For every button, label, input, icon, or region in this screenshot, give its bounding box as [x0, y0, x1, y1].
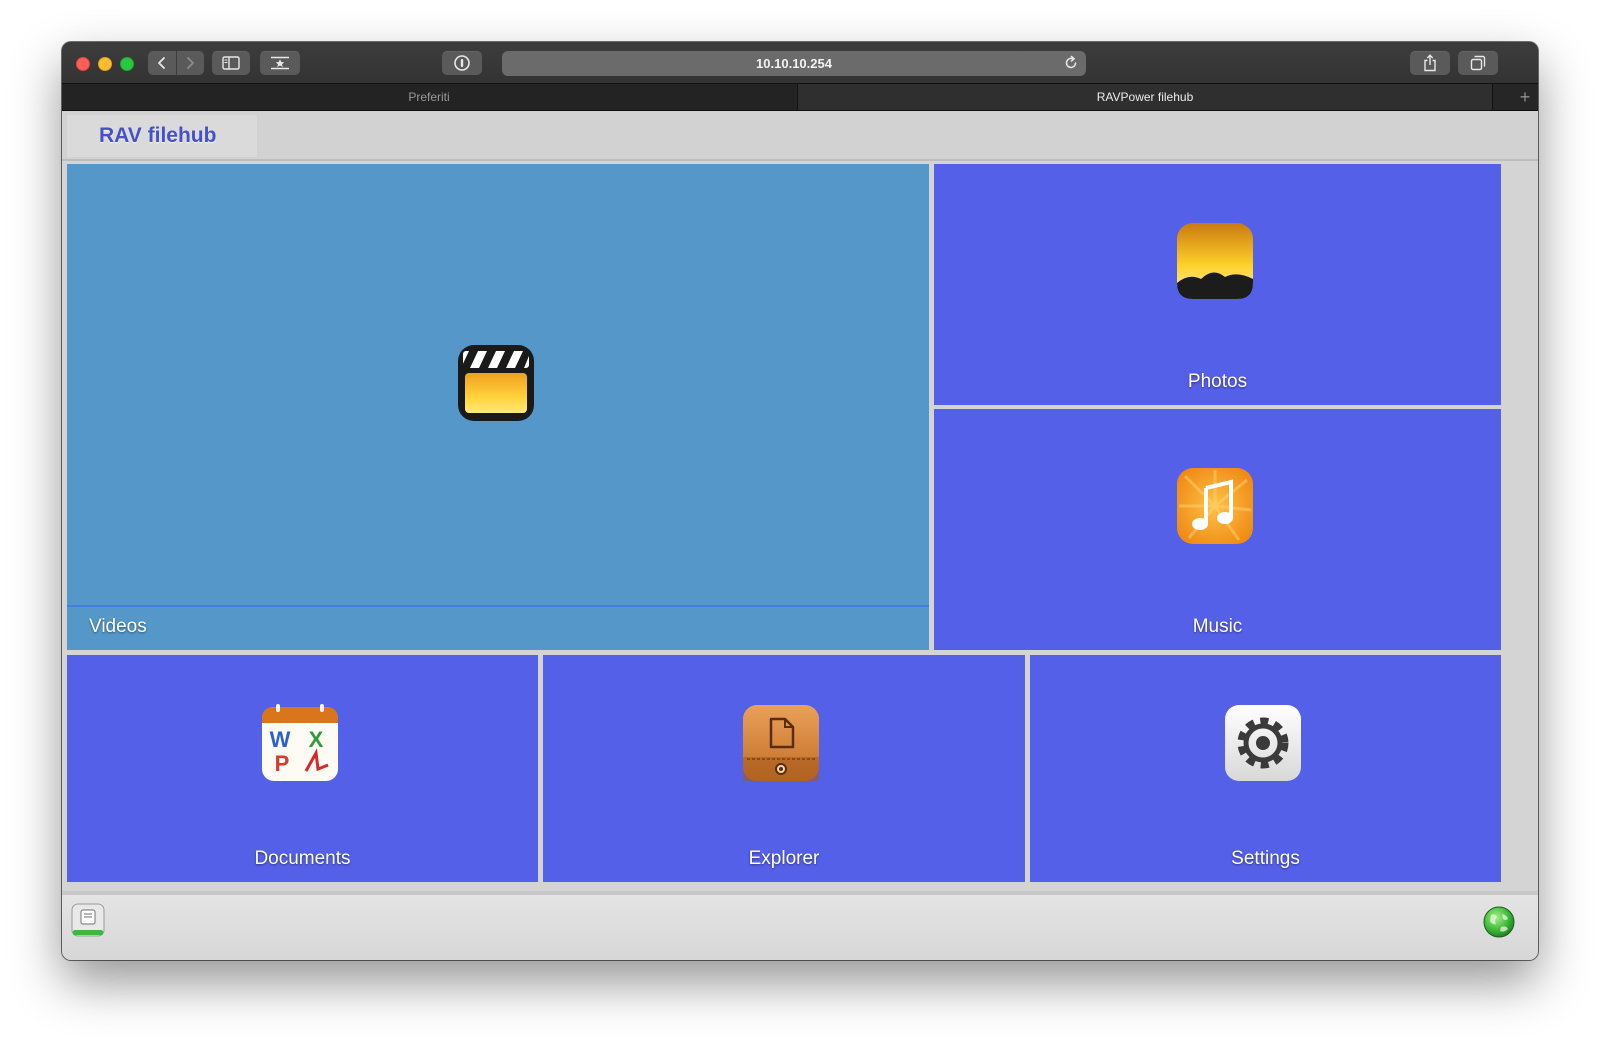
share-button[interactable] [1410, 51, 1450, 75]
tile-explorer-label: Explorer [748, 848, 820, 869]
tile-videos[interactable]: Videos [67, 164, 929, 650]
tile-photos-label: Photos [1187, 371, 1248, 392]
gear-icon [1225, 705, 1301, 781]
app-header: RAV filehub [62, 111, 1538, 161]
sunset-photo-icon [1177, 223, 1253, 299]
brand-logo[interactable]: RAV filehub [67, 115, 257, 157]
zoom-window-button[interactable] [120, 57, 134, 71]
svg-text:P: P [275, 751, 290, 776]
address-bar[interactable]: 10.10.10.254 [502, 51, 1086, 76]
tab-preferiti[interactable]: Preferiti [62, 84, 796, 110]
share-icon [1424, 54, 1436, 72]
svg-text:X: X [309, 727, 324, 752]
file-explorer-icon [743, 705, 819, 781]
label-divider [67, 605, 929, 607]
tab-label: RAVPower filehub [1096, 90, 1194, 104]
tab-overview-button[interactable] [1458, 51, 1498, 75]
sidebar-icon [222, 56, 240, 70]
tile-documents-label: Documents [254, 848, 351, 869]
tab-bar: Preferiti RAVPower filehub + [62, 84, 1538, 111]
storage-icon[interactable] [71, 903, 105, 937]
tile-photos[interactable]: Photos [934, 164, 1501, 405]
sidebar-toggle-button[interactable] [212, 51, 250, 75]
forward-button[interactable] [175, 51, 205, 75]
tile-videos-label: Videos [89, 616, 147, 637]
tile-explorer[interactable]: Explorer [543, 655, 1025, 882]
minimize-window-button[interactable] [98, 57, 112, 71]
tile-music[interactable]: Music [934, 409, 1501, 650]
clapperboard-icon [458, 345, 534, 421]
music-note-icon [1177, 468, 1253, 544]
url-text: 10.10.10.254 [756, 56, 832, 71]
history-navigation [148, 51, 204, 75]
shield-info-icon [454, 55, 470, 71]
chevron-right-icon [187, 57, 195, 69]
tab-label: Preferiti [408, 90, 450, 104]
top-sites-button[interactable] [260, 51, 300, 75]
network-globe-icon[interactable] [1482, 905, 1516, 939]
browser-toolbar: 10.10.10.254 [62, 42, 1538, 84]
back-button[interactable] [148, 51, 176, 75]
chevron-left-icon [157, 57, 165, 69]
new-tab-button[interactable]: + [1512, 84, 1538, 110]
tile-documents[interactable]: W X P Documents [67, 655, 538, 882]
tile-music-label: Music [1192, 616, 1243, 637]
privacy-report-button[interactable] [442, 51, 482, 75]
svg-text:W: W [270, 727, 291, 752]
web-page: RAV filehub Videos Photos Music W X P Do… [62, 111, 1538, 960]
browser-window: 10.10.10.254 Preferiti RAVPower filehub … [62, 42, 1538, 960]
app-footer [62, 891, 1538, 960]
tile-settings[interactable]: Settings [1030, 655, 1501, 882]
office-documents-icon: W X P [262, 704, 338, 781]
tile-settings-label: Settings [1231, 848, 1300, 869]
tab-overview-icon [1470, 55, 1486, 71]
close-window-button[interactable] [76, 57, 90, 71]
reload-icon[interactable] [1063, 55, 1079, 71]
tab-ravpower-filehub[interactable]: RAVPower filehub [797, 84, 1493, 110]
star-tray-icon [271, 56, 289, 70]
